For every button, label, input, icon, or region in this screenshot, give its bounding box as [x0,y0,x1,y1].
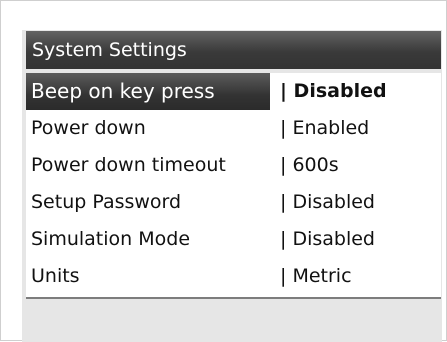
setting-row-setup-password[interactable]: Setup Password | Disabled [26,184,441,221]
settings-list: Beep on key press | Disabled Power down … [26,73,441,299]
setting-row-units[interactable]: Units | Metric [26,258,441,295]
setting-label: Beep on key press [26,73,270,110]
setting-row-beep-on-key-press[interactable]: Beep on key press | Disabled [26,73,441,110]
setting-value: | Disabled [280,80,387,102]
setting-row-power-down-timeout[interactable]: Power down timeout | 600s [26,147,441,184]
setting-row-power-down[interactable]: Power down | Enabled [26,110,441,147]
setting-value: | 600s [280,154,339,176]
setting-value: | Metric [280,265,352,287]
setting-label: Units [31,265,80,287]
device-frame: System Settings Beep on key press | Disa… [0,0,447,342]
setting-row-simulation-mode[interactable]: Simulation Mode | Disabled [26,221,441,258]
setting-value: | Enabled [280,117,370,139]
setting-label: Simulation Mode [31,228,191,250]
setting-label: Power down timeout [31,154,226,176]
setting-label: Power down [31,117,146,139]
settings-screen: System Settings Beep on key press | Disa… [22,30,442,342]
screen-title: System Settings [26,31,441,69]
setting-value: | Disabled [280,228,375,250]
setting-label: Setup Password [31,191,182,213]
setting-value: | Disabled [280,191,375,213]
